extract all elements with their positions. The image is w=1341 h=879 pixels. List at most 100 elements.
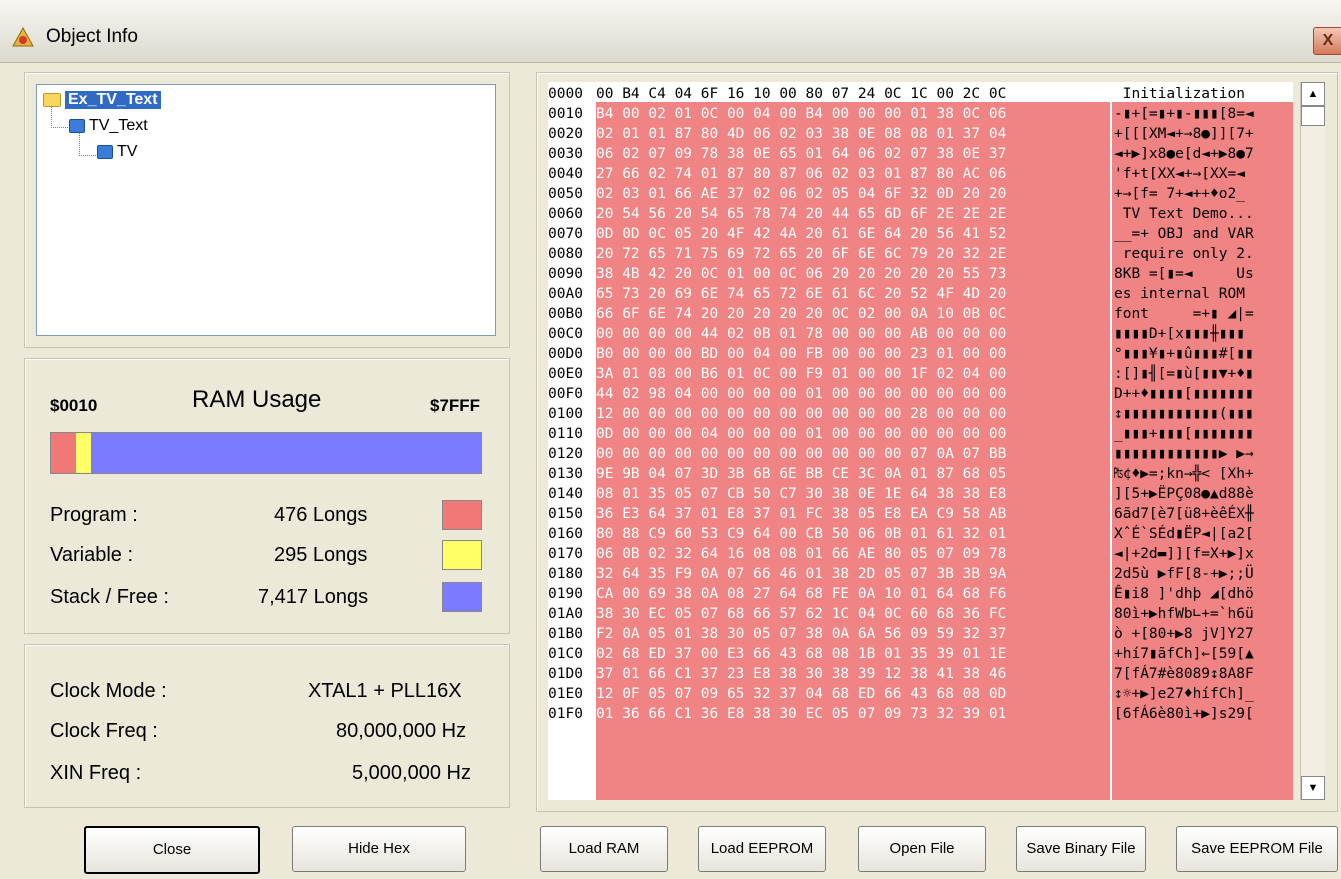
hex-ascii: +→[f= 7+◄++♦o2_ xyxy=(1114,186,1245,202)
hex-ascii: -▮+[=▮+▮-▮▮▮[8=◄ xyxy=(1114,106,1254,122)
hex-ascii: _▮▮▮+▮▮▮[▮▮▮▮▮▮▮ xyxy=(1114,426,1254,442)
hex-row: 01D0 37 01 66 C1 37 23 E8 38 30 38 39 12 … xyxy=(548,664,1293,684)
hex-ascii: ▮▮▮▮▮▮▮▮▮▮▮▮▶ ▶→ xyxy=(1114,446,1254,462)
scroll-down-icon[interactable]: ▼ xyxy=(1301,776,1325,800)
open-file-button[interactable]: Open File xyxy=(858,826,986,872)
tree-item-tv-text[interactable]: TV_Text xyxy=(69,117,148,135)
hex-address: 00D0 xyxy=(548,346,583,362)
hex-ascii: :[]▮╢[=▮ù[▮▮▼+♦▮ xyxy=(1114,366,1254,382)
hex-row: 0070 0D 0D 0C 05 20 4F 42 4A 20 61 6E 64 … xyxy=(548,224,1293,244)
ram-bar-variable xyxy=(75,433,92,473)
folder-icon xyxy=(43,93,61,107)
clock-freq-label: Clock Freq : xyxy=(50,720,158,742)
hex-ascii: °▮▮▮¥▮+▮û▮▮▮#[▮▮ xyxy=(1114,346,1254,362)
window-title: Object Info xyxy=(46,26,138,47)
hex-bytes: 06 02 07 09 78 38 0E 65 01 64 06 02 07 3… xyxy=(596,146,1007,162)
hex-bytes: CA 00 69 38 0A 08 27 64 68 FE 0A 10 01 6… xyxy=(596,586,1007,602)
hex-bytes: 02 03 01 66 AE 37 02 06 02 05 04 6F 32 0… xyxy=(596,186,1007,202)
hex-row: 00C0 00 00 00 00 44 02 0B 01 78 00 00 00 … xyxy=(548,324,1293,344)
hex-address: 0050 xyxy=(548,186,583,202)
hex-bytes: 65 73 20 69 6E 74 65 72 6E 61 6C 20 52 4… xyxy=(596,286,1007,302)
hex-ascii: ₧¢♦▶=;kn→╬< [Xh+ xyxy=(1114,466,1254,482)
hex-ascii: 7[fÁ7#è8089↕8A8F xyxy=(1114,666,1254,682)
hex-row: 0060 20 54 56 20 54 65 78 74 20 44 65 6D … xyxy=(548,204,1293,224)
hex-bytes: 06 0B 02 32 64 16 08 08 01 66 AE 80 05 0… xyxy=(596,546,1007,562)
hex-address: 0070 xyxy=(548,226,583,242)
hex-address: 0190 xyxy=(548,586,583,602)
hex-address: 01C0 xyxy=(548,646,583,662)
hex-bytes: F2 0A 05 01 38 30 05 07 38 0A 6A 56 09 5… xyxy=(596,626,1007,642)
hex-row: 0090 38 4B 42 20 0C 01 00 0C 06 20 20 20 … xyxy=(548,264,1293,284)
tree-item-tv[interactable]: TV xyxy=(97,143,137,161)
stack-free-value: 7,417 Longs xyxy=(258,586,369,608)
hex-bytes: 3A 01 08 00 B6 01 0C 00 F9 01 00 00 1F 0… xyxy=(596,366,1007,382)
hex-bytes: 36 E3 64 37 01 E8 37 01 FC 38 05 E8 EA C… xyxy=(596,506,1007,522)
ram-high-address: $7FFF xyxy=(430,396,481,415)
hex-ascii: [6fÁ6è80ì+▶]s29[ xyxy=(1114,706,1254,722)
close-window-button[interactable]: X xyxy=(1313,27,1341,55)
save-eeprom-file-button[interactable]: Save EEPROM File xyxy=(1176,826,1338,872)
tree-item-ex-tv-text[interactable]: Ex_TV_Text xyxy=(43,91,161,109)
save-binary-file-button[interactable]: Save Binary File xyxy=(1016,826,1146,872)
close-button[interactable]: Close xyxy=(84,826,260,874)
hex-address: 01A0 xyxy=(548,606,583,622)
hex-row: 0130 9E 9B 04 07 3D 3B 6B 6E BB CE 3C 0A … xyxy=(548,464,1293,484)
ram-bar-program xyxy=(51,433,76,473)
hex-scrollbar[interactable]: ▲ ▼ xyxy=(1300,82,1325,800)
scroll-thumb[interactable] xyxy=(1301,106,1325,126)
ram-usage-bar xyxy=(50,432,482,474)
hex-row: 0190 CA 00 69 38 0A 08 27 64 68 FE 0A 10 … xyxy=(548,584,1293,604)
hex-address: 01B0 xyxy=(548,626,583,642)
ram-low-address: $0010 xyxy=(50,396,98,415)
hex-address: 0000 xyxy=(548,86,583,102)
hex-ascii: __=+ OBJ and VAR xyxy=(1114,226,1254,242)
hex-view[interactable]: 0000 00 B4 C4 04 6F 16 10 00 80 07 24 0C … xyxy=(548,82,1293,800)
hex-address: 0170 xyxy=(548,546,583,562)
load-eeprom-button[interactable]: Load EEPROM xyxy=(698,826,826,872)
hex-bytes: 02 01 01 87 80 4D 06 02 03 38 0E 08 08 0… xyxy=(596,126,1007,142)
hex-bytes: 20 54 56 20 54 65 78 74 20 44 65 6D 6F 2… xyxy=(596,206,1007,222)
clock-mode-value: XTAL1 + PLL16X xyxy=(308,680,462,702)
hex-address: 0120 xyxy=(548,446,583,462)
hex-bytes: 12 00 00 00 00 00 00 00 00 00 00 00 28 0… xyxy=(596,406,1007,422)
stack-free-color-swatch xyxy=(442,582,482,612)
hex-ascii: TV Text Demo... xyxy=(1114,206,1254,222)
hex-bytes: 00 B4 C4 04 6F 16 10 00 80 07 24 0C 1C 0… xyxy=(596,86,1007,102)
hex-row: 00D0 B0 00 00 00 BD 00 04 00 FB 00 00 00 … xyxy=(548,344,1293,364)
load-ram-button[interactable]: Load RAM xyxy=(540,826,668,872)
stack-free-label: Stack / Free : xyxy=(50,586,169,608)
hex-bytes: 01 36 66 C1 36 E8 38 30 EC 05 07 09 73 3… xyxy=(596,706,1007,722)
hex-row: 00F0 44 02 98 04 00 00 00 00 01 00 00 00 … xyxy=(548,384,1293,404)
hex-bytes: B0 00 00 00 BD 00 04 00 FB 00 00 00 23 0… xyxy=(596,346,1007,362)
hex-ascii: 8KB =[▮=◄ Us xyxy=(1114,266,1254,282)
tree-item-label: TV xyxy=(117,143,138,160)
hex-bytes: 80 88 C9 60 53 C9 64 00 CB 50 06 0B 01 6… xyxy=(596,526,1007,542)
hex-address: 01D0 xyxy=(548,666,583,682)
hex-row: 0140 08 01 35 05 07 CB 50 C7 30 38 0E 1E … xyxy=(548,484,1293,504)
hex-row: 0000 00 B4 C4 04 6F 16 10 00 80 07 24 0C … xyxy=(548,84,1293,104)
hex-address: 0030 xyxy=(548,146,583,162)
hex-bytes: 32 64 35 F9 0A 07 66 46 01 38 2D 05 07 3… xyxy=(596,566,1007,582)
xin-freq-label: XIN Freq : xyxy=(50,762,142,784)
hex-row: 01F0 01 36 66 C1 36 E8 38 30 EC 05 07 09 … xyxy=(548,704,1293,724)
hex-address: 0100 xyxy=(548,406,583,422)
hex-row: 0030 06 02 07 09 78 38 0E 65 01 64 06 02 … xyxy=(548,144,1293,164)
close-icon: X xyxy=(1322,32,1334,49)
hex-bytes: 37 01 66 C1 37 23 E8 38 30 38 39 12 38 4… xyxy=(596,666,1007,682)
hex-ascii: font =+▮ ◢|= xyxy=(1114,306,1254,322)
hex-address: 0080 xyxy=(548,246,583,262)
hide-hex-button[interactable]: Hide Hex xyxy=(292,826,466,872)
hex-ascii: 2d5ù ▶fF[8-+▶;;Ü xyxy=(1114,566,1254,582)
hex-row: 0150 36 E3 64 37 01 E8 37 01 FC 38 05 E8 … xyxy=(548,504,1293,524)
hex-row: 0180 32 64 35 F9 0A 07 66 46 01 38 2D 05 … xyxy=(548,564,1293,584)
hex-bytes: 0D 00 00 00 04 00 00 00 01 00 00 00 00 0… xyxy=(596,426,1007,442)
hex-row: 00A0 65 73 20 69 6E 74 65 72 6E 61 6C 20 … xyxy=(548,284,1293,304)
object-tree[interactable]: Ex_TV_Text TV_Text TV xyxy=(36,84,496,336)
hex-ascii: 80ì+▶hfWb∟+=`h6ü xyxy=(1114,606,1254,622)
program-label: Program : xyxy=(50,504,138,526)
hex-row: 01A0 38 30 EC 05 07 68 66 57 62 1C 04 0C … xyxy=(548,604,1293,624)
tree-item-label: Ex_TV_Text xyxy=(65,91,161,109)
hex-row: 0010 B4 00 02 01 0C 00 04 00 B4 00 00 00 … xyxy=(548,104,1293,124)
scroll-up-icon[interactable]: ▲ xyxy=(1301,82,1325,106)
hex-bytes: 44 02 98 04 00 00 00 00 01 00 00 00 00 0… xyxy=(596,386,1007,402)
